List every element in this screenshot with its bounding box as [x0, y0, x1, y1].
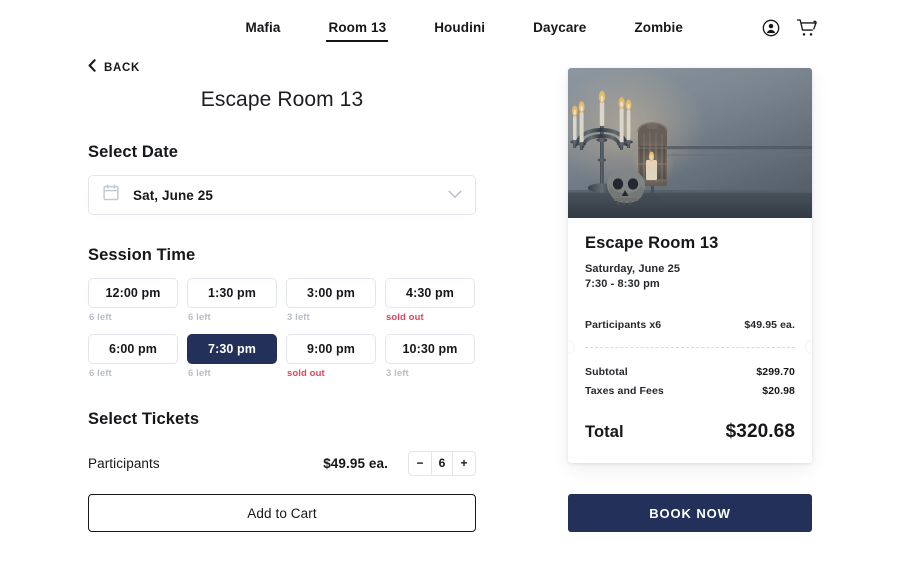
- ticket-perforation-divider: [568, 340, 812, 354]
- summary-time-range: 7:30 - 8:30 pm: [585, 278, 660, 290]
- total-label: Total: [585, 423, 624, 441]
- time-slot-availability: 3 left: [386, 368, 409, 379]
- time-slot-availability: 6 left: [188, 368, 211, 379]
- ticket-row-participants: Participants $49.95 ea. − 6 +: [88, 449, 476, 477]
- time-slot: 12:00 pm 6 left: [88, 278, 178, 323]
- time-slot: 7:30 pm 6 left: [187, 334, 277, 379]
- time-slot-button[interactable]: 4:30 pm: [385, 278, 475, 308]
- time-slot-button[interactable]: 1:30 pm: [187, 278, 277, 308]
- candelabra-skull-photo: [568, 68, 812, 218]
- page-title: Escape Room 13: [200, 88, 364, 111]
- time-slot-button-selected[interactable]: 7:30 pm: [187, 334, 277, 364]
- time-slot: 1:30 pm 6 left: [187, 278, 277, 323]
- nav-link-zombie[interactable]: Zombie: [610, 14, 707, 42]
- date-select[interactable]: Sat, June 25: [88, 175, 476, 215]
- nav-icons: [761, 18, 818, 38]
- subtotal-row: Subtotal $299.70: [585, 366, 795, 378]
- summary-date: Saturday, June 25: [585, 263, 681, 275]
- total-row: Total $320.68: [585, 421, 795, 443]
- time-slot-availability: 3 left: [287, 312, 310, 323]
- taxes-value: $20.98: [762, 385, 795, 397]
- time-slot-button[interactable]: 12:00 pm: [88, 278, 178, 308]
- time-slot-availability: sold out: [386, 312, 424, 323]
- nav-links: Mafia Room 13 Houdini Daycare Zombie: [221, 14, 707, 42]
- select-tickets-section: Select Tickets Participants $49.95 ea. −…: [88, 410, 476, 477]
- quantity-increment-button[interactable]: +: [453, 452, 475, 475]
- booking-form: Escape Room 13 Select Date Sat, June 25 …: [88, 88, 476, 477]
- quantity-stepper: − 6 +: [408, 450, 476, 476]
- taxes-label: Taxes and Fees: [585, 385, 664, 397]
- nav-link-mafia[interactable]: Mafia: [221, 14, 304, 42]
- chevron-down-icon[interactable]: [448, 186, 462, 204]
- order-summary-card: Escape Room 13 Saturday, June 25 7:30 - …: [568, 68, 812, 463]
- back-label: BACK: [104, 62, 141, 74]
- time-slot-button[interactable]: 10:30 pm: [385, 334, 475, 364]
- shopping-cart-icon[interactable]: [796, 18, 818, 38]
- taxes-row: Taxes and Fees $20.98: [585, 385, 795, 397]
- escape-room-hero-image: [568, 68, 812, 218]
- time-slot-availability: 6 left: [89, 368, 112, 379]
- summary-title: Escape Room 13: [585, 234, 719, 252]
- book-now-button[interactable]: BOOK NOW: [568, 494, 812, 532]
- time-slot-availability: 6 left: [188, 312, 211, 323]
- session-time-section: Session Time 12:00 pm 6 left 1:30 pm 6 l…: [88, 246, 476, 390]
- top-navigation: Mafia Room 13 Houdini Daycare Zombie: [0, 0, 900, 56]
- dashed-line: [585, 347, 795, 348]
- time-slot-availability: 6 left: [89, 312, 112, 323]
- nav-link-room-13[interactable]: Room 13: [304, 14, 410, 42]
- select-tickets-heading: Select Tickets: [88, 410, 200, 428]
- time-slot: 6:00 pm 6 left: [88, 334, 178, 379]
- time-slot-button[interactable]: 6:00 pm: [88, 334, 178, 364]
- calendar-icon: [103, 184, 119, 206]
- summary-details: Escape Room 13 Saturday, June 25 7:30 - …: [568, 218, 812, 347]
- total-value: $320.68: [725, 421, 795, 442]
- subtotal-value: $299.70: [756, 366, 795, 378]
- time-slot-button[interactable]: 3:00 pm: [286, 278, 376, 308]
- back-button[interactable]: BACK: [88, 59, 140, 77]
- quantity-value[interactable]: 6: [431, 451, 453, 475]
- time-slot: 3:00 pm 3 left: [286, 278, 376, 323]
- ticket-unit-price: $49.95 ea.: [323, 455, 388, 471]
- session-time-heading: Session Time: [88, 246, 196, 264]
- nav-link-daycare[interactable]: Daycare: [509, 14, 610, 42]
- chevron-left-icon: [88, 59, 96, 77]
- session-time-grid: 12:00 pm 6 left 1:30 pm 6 left 3:00 pm 3…: [88, 278, 476, 390]
- ticket-type-label: Participants: [88, 455, 160, 471]
- time-slot-button[interactable]: 9:00 pm: [286, 334, 376, 364]
- quantity-decrement-button[interactable]: −: [409, 452, 431, 475]
- time-slot: 10:30 pm 3 left: [385, 334, 475, 379]
- add-to-cart-button[interactable]: Add to Cart: [88, 494, 476, 532]
- line-item-name: Participants x6: [585, 319, 662, 331]
- date-value: Sat, June 25: [133, 187, 213, 203]
- nav-link-houdini[interactable]: Houdini: [410, 14, 509, 42]
- summary-line-item: Participants x6 $49.95 ea.: [585, 319, 795, 347]
- time-slot-availability: sold out: [287, 368, 325, 379]
- select-date-heading: Select Date: [88, 143, 179, 161]
- account-circle-icon[interactable]: [761, 18, 781, 38]
- subtotal-label: Subtotal: [585, 366, 628, 378]
- booking-page: Mafia Room 13 Houdini Daycare Zombie BAC…: [0, 0, 900, 562]
- summary-totals: Subtotal $299.70 Taxes and Fees $20.98 T…: [568, 348, 812, 463]
- notch-right: [805, 340, 812, 354]
- time-slot: 9:00 pm sold out: [286, 334, 376, 379]
- line-item-price: $49.95 ea.: [744, 319, 795, 331]
- time-slot: 4:30 pm sold out: [385, 278, 475, 323]
